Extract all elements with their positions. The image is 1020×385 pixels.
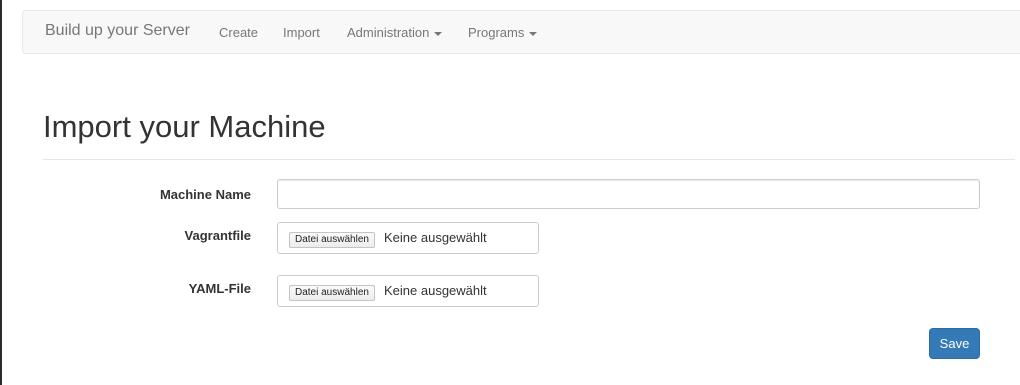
nav-link-import[interactable]: Import (283, 25, 320, 40)
caret-down-icon (529, 31, 538, 36)
yaml-file-label: YAML-File (188, 281, 251, 296)
machine-name-input[interactable] (277, 179, 980, 209)
top-navbar: Build up your Server Create Import Admin… (22, 10, 1020, 54)
app-frame: Build up your Server Create Import Admin… (0, 0, 1020, 385)
page-title: Import your Machine (43, 109, 326, 144)
navbar-brand[interactable]: Build up your Server (45, 22, 190, 40)
yaml-file-choose-button[interactable]: Datei auswählen (289, 285, 375, 301)
machine-name-label: Machine Name (159, 187, 251, 202)
nav-dropdown-programs[interactable]: Programs (468, 25, 538, 40)
yaml-file-input[interactable]: Datei auswählen Keine ausgewählt (277, 275, 539, 307)
vagrantfile-label: Vagrantfile (184, 228, 251, 243)
nav-link-label: Administration (347, 25, 430, 40)
caret-down-icon (434, 31, 443, 36)
nav-link-label: Import (283, 25, 320, 40)
vagrantfile-choose-button[interactable]: Datei auswählen (289, 232, 375, 248)
nav-dropdown-administration[interactable]: Administration (347, 25, 443, 40)
nav-link-create[interactable]: Create (219, 25, 258, 40)
header-divider (43, 159, 1015, 160)
nav-link-label: Programs (468, 25, 525, 40)
vagrantfile-file-input[interactable]: Datei auswählen Keine ausgewählt (277, 222, 539, 254)
save-button[interactable]: Save (929, 328, 980, 359)
vagrantfile-status: Keine ausgewählt (384, 230, 487, 245)
yaml-file-status: Keine ausgewählt (384, 283, 487, 298)
nav-link-label: Create (219, 25, 259, 40)
